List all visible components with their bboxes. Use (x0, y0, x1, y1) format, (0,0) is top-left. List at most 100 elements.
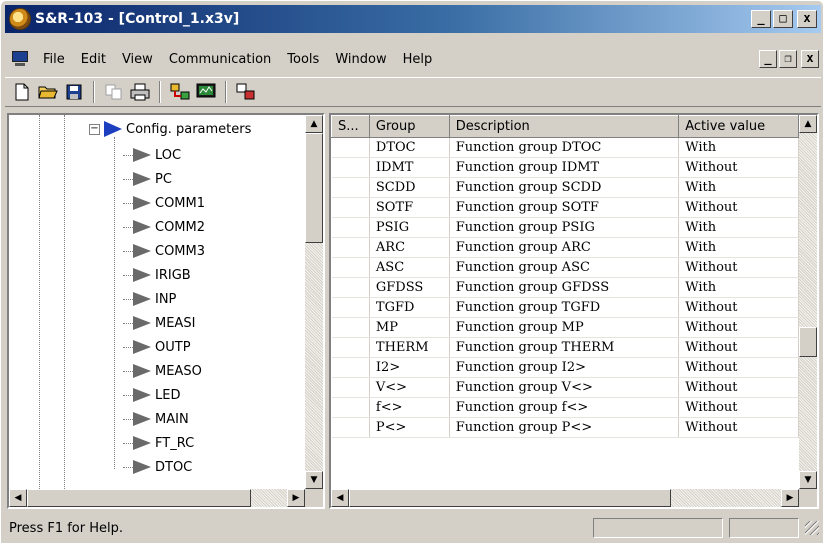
cell-active-value[interactable]: Without (678, 157, 799, 178)
menu-window[interactable]: Window (327, 52, 394, 67)
cell-active-value[interactable]: Without (678, 317, 799, 338)
tree-item-measi[interactable]: MEASI (123, 313, 195, 333)
status-text: Press F1 for Help. (9, 520, 124, 536)
cell-active-value[interactable]: Without (678, 357, 799, 378)
document-window-icon[interactable] (11, 51, 29, 67)
scroll-up-arrow-icon[interactable]: ▲ (305, 115, 323, 133)
table-row[interactable]: I2> Function group I2> Without (331, 357, 799, 378)
tree-item-measo[interactable]: MEASO (123, 361, 202, 381)
resize-grip-icon[interactable] (805, 521, 819, 535)
cell-active-value[interactable]: Without (678, 197, 799, 218)
tree-item-pc[interactable]: PC (123, 169, 172, 189)
tree-item-comm3[interactable]: COMM3 (123, 241, 205, 261)
column-header-group[interactable]: Group (368, 115, 450, 138)
save-icon[interactable] (63, 81, 85, 103)
cell-active-value[interactable]: With (678, 277, 799, 298)
table-row[interactable]: THERM Function group THERM Without (331, 337, 799, 358)
scroll-up-arrow-icon[interactable]: ▲ (799, 115, 817, 133)
table-header-row: S... Group Description Active value (331, 115, 799, 138)
column-header-description[interactable]: Description (448, 115, 680, 138)
monitor-icon[interactable] (195, 81, 217, 103)
tree-item-comm1[interactable]: COMM1 (123, 193, 205, 213)
table-row[interactable]: TGFD Function group TGFD Without (331, 297, 799, 318)
menu-edit[interactable]: Edit (73, 52, 114, 67)
transfer-icon[interactable] (235, 81, 257, 103)
tree-item-ft-rc[interactable]: FT_RC (123, 433, 194, 453)
collapse-toggle[interactable]: − (89, 123, 100, 135)
tree-vertical-scrollbar[interactable]: ▲ ▼ (305, 115, 323, 489)
scroll-down-arrow-icon[interactable]: ▼ (799, 471, 817, 489)
table-row[interactable]: DTOC Function group DTOC With (331, 137, 799, 158)
tree-node-config-parameters[interactable]: − Config. parameters (89, 119, 251, 139)
minimize-button[interactable]: _ (751, 10, 771, 28)
folder-arrow-icon (104, 121, 122, 137)
scroll-right-arrow-icon[interactable]: ▶ (287, 489, 305, 507)
table-row[interactable]: ASC Function group ASC Without (331, 257, 799, 278)
tree-item-dtoc[interactable]: DTOC (123, 457, 192, 477)
tree-item-irigb[interactable]: IRIGB (123, 265, 191, 285)
device-connect-icon[interactable] (169, 81, 191, 103)
cell-active-value[interactable]: Without (678, 397, 799, 418)
tree-item-loc[interactable]: LOC (123, 145, 181, 165)
print-icon[interactable] (129, 81, 151, 103)
table-row[interactable]: SCDD Function group SCDD With (331, 177, 799, 198)
cell-active-value[interactable]: Without (678, 297, 799, 318)
column-header-active-value[interactable]: Active value (678, 115, 799, 138)
scroll-down-arrow-icon[interactable]: ▼ (305, 471, 323, 489)
doc-minimize-button[interactable]: _ (759, 50, 777, 68)
doc-close-button[interactable]: x (801, 50, 819, 68)
cell-active-value[interactable]: With (678, 177, 799, 198)
app-logo-icon[interactable] (9, 8, 31, 30)
menu-help[interactable]: Help (395, 52, 441, 67)
cell-group: f<> (369, 397, 450, 418)
tree-horizontal-scrollbar[interactable]: ◀ ▶ (9, 489, 305, 507)
menu-tools[interactable]: Tools (279, 52, 327, 67)
cell-active-value[interactable]: Without (678, 337, 799, 358)
table-row[interactable]: f<> Function group f<> Without (331, 397, 799, 418)
scroll-left-arrow-icon[interactable]: ◀ (331, 489, 349, 507)
cell-active-value[interactable]: Without (678, 417, 799, 438)
table-row[interactable]: PSIG Function group PSIG With (331, 217, 799, 238)
menu-communication[interactable]: Communication (161, 52, 279, 67)
title-bar[interactable]: S&R-103 - [Control_1.x3v] _ □ x (5, 5, 821, 33)
cell-description: Function group SOTF (449, 197, 680, 218)
scroll-thumb[interactable] (27, 489, 251, 507)
menu-file[interactable]: File (35, 52, 73, 67)
tree-item-outp[interactable]: OUTP (123, 337, 191, 357)
scroll-thumb[interactable] (305, 133, 323, 243)
column-header-status[interactable]: S... (331, 115, 370, 138)
tree-item-main[interactable]: MAIN (123, 409, 189, 429)
close-button[interactable]: x (797, 10, 817, 28)
scroll-thumb[interactable] (349, 489, 671, 507)
table-horizontal-scrollbar[interactable]: ◀ ▶ (331, 489, 799, 507)
menu-view[interactable]: View (114, 52, 161, 67)
doc-restore-button[interactable]: ❐ (779, 50, 797, 68)
table-row[interactable]: V<> Function group V<> Without (331, 377, 799, 398)
table-row[interactable]: MP Function group MP Without (331, 317, 799, 338)
cell-active-value[interactable]: With (678, 237, 799, 258)
table-row[interactable]: GFDSS Function group GFDSS With (331, 277, 799, 298)
cell-active-value[interactable]: With (678, 217, 799, 238)
cell-status (331, 277, 370, 298)
open-folder-icon[interactable] (37, 81, 59, 103)
scroll-left-arrow-icon[interactable]: ◀ (9, 489, 27, 507)
tree-item-inp[interactable]: INP (123, 289, 176, 309)
table-row[interactable]: SOTF Function group SOTF Without (331, 197, 799, 218)
table-vertical-scrollbar[interactable]: ▲ ▼ (799, 115, 817, 489)
cell-active-value[interactable]: With (678, 137, 799, 158)
table-row[interactable]: P<> Function group P<> Without (331, 417, 799, 438)
scroll-thumb[interactable] (799, 327, 817, 357)
scroll-right-arrow-icon[interactable]: ▶ (781, 489, 799, 507)
table-row[interactable]: IDMT Function group IDMT Without (331, 157, 799, 178)
tree-item-led[interactable]: LED (123, 385, 180, 405)
new-file-icon[interactable] (11, 81, 33, 103)
tree-item-comm2[interactable]: COMM2 (123, 217, 205, 237)
cell-active-value[interactable]: Without (678, 257, 799, 278)
copy-icon[interactable] (103, 81, 125, 103)
status-panel (593, 518, 723, 538)
cell-active-value[interactable]: Without (678, 377, 799, 398)
cell-status (331, 177, 370, 198)
table-row[interactable]: ARC Function group ARC With (331, 237, 799, 258)
parameter-arrow-icon (133, 220, 151, 234)
maximize-button[interactable]: □ (773, 10, 793, 28)
